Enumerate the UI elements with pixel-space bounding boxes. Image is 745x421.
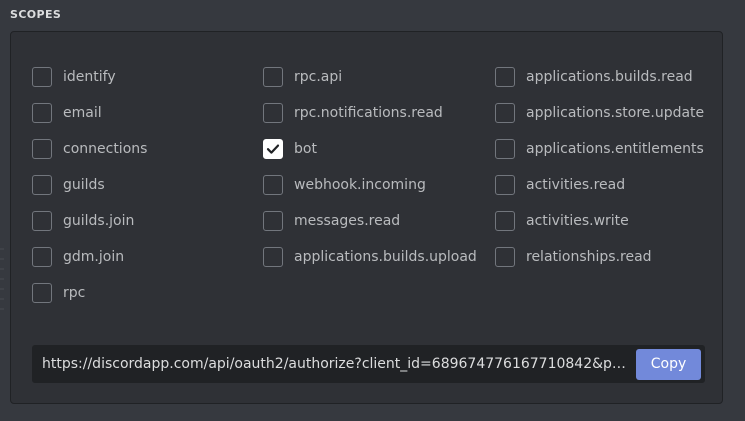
scope-label: rpc	[63, 285, 86, 301]
scope-checkbox[interactable]	[32, 67, 52, 87]
scroll-track-decoration	[0, 248, 4, 318]
scope-checkbox[interactable]	[32, 247, 52, 267]
scope-option[interactable]: rpc	[32, 281, 147, 305]
scope-label: activities.write	[526, 213, 629, 229]
scope-option[interactable]: applications.builds.read	[495, 65, 704, 89]
scope-label: applications.builds.upload	[294, 249, 477, 265]
scope-option[interactable]: guilds	[32, 173, 147, 197]
scopes-column-2: rpc.api rpc.notifications.read bot webhook.…	[263, 65, 477, 281]
scope-checkbox[interactable]	[263, 67, 283, 87]
copy-button[interactable]: Copy	[636, 348, 701, 380]
scope-checkbox[interactable]	[263, 247, 283, 267]
scope-option[interactable]: applications.store.update	[495, 101, 704, 125]
scope-label: applications.entitlements	[526, 141, 704, 157]
scope-checkbox[interactable]	[263, 211, 283, 231]
scope-checkbox[interactable]	[495, 247, 515, 267]
scope-checkbox[interactable]	[32, 175, 52, 195]
scope-option[interactable]: rpc.notifications.read	[263, 101, 477, 125]
scope-label: gdm.join	[63, 249, 125, 265]
scope-option[interactable]: webhook.incoming	[263, 173, 477, 197]
scope-label: applications.builds.read	[526, 69, 693, 85]
scope-label: applications.store.update	[526, 105, 705, 121]
scopes-panel: identify email connections guilds guilds.joi…	[10, 31, 723, 404]
scope-label: activities.read	[526, 177, 626, 193]
generated-url-field[interactable]	[36, 349, 636, 379]
scopes-column-3: applications.builds.read applications.sto…	[495, 65, 704, 281]
scope-checkbox[interactable]	[495, 139, 515, 159]
scopes-column-1: identify email connections guilds guilds.joi…	[32, 65, 147, 317]
scopes-heading: SCOPES	[10, 8, 62, 21]
scope-checkbox[interactable]	[495, 175, 515, 195]
scope-option[interactable]: activities.write	[495, 209, 704, 233]
scope-label: rpc.api	[294, 69, 343, 85]
scope-option[interactable]: identify	[32, 65, 147, 89]
scope-label: guilds.join	[63, 213, 135, 229]
scope-checkbox[interactable]	[263, 175, 283, 195]
scope-label: relationships.read	[526, 249, 652, 265]
oauth2-url-generator: SCOPES identify email connections guilds gui…	[0, 0, 745, 421]
scope-option[interactable]: relationships.read	[495, 245, 704, 269]
scope-option[interactable]: applications.builds.upload	[263, 245, 477, 269]
scope-option[interactable]: rpc.api	[263, 65, 477, 89]
scope-label: bot	[294, 141, 317, 157]
scope-label: identify	[63, 69, 116, 85]
scope-label: connections	[63, 141, 148, 157]
scope-checkbox[interactable]	[495, 211, 515, 231]
scope-label: rpc.notifications.read	[294, 105, 443, 121]
scope-checkbox[interactable]	[495, 103, 515, 123]
scope-checkbox[interactable]	[495, 67, 515, 87]
checkmark-icon	[266, 144, 280, 154]
scope-label: guilds	[63, 177, 105, 193]
scope-option[interactable]: activities.read	[495, 173, 704, 197]
scope-option[interactable]: bot	[263, 137, 477, 161]
generated-url-row: Copy	[32, 345, 705, 383]
scope-checkbox[interactable]	[32, 139, 52, 159]
scope-option[interactable]: gdm.join	[32, 245, 147, 269]
scope-checkbox[interactable]	[263, 103, 283, 123]
scope-checkbox[interactable]	[32, 103, 52, 123]
scope-option[interactable]: connections	[32, 137, 147, 161]
scope-option[interactable]: applications.entitlements	[495, 137, 704, 161]
scope-option[interactable]: messages.read	[263, 209, 477, 233]
scope-checkbox[interactable]	[32, 211, 52, 231]
scope-option[interactable]: email	[32, 101, 147, 125]
scope-label: messages.read	[294, 213, 401, 229]
scope-label: email	[63, 105, 102, 121]
scope-option[interactable]: guilds.join	[32, 209, 147, 233]
scope-label: webhook.incoming	[294, 177, 426, 193]
scope-checkbox[interactable]	[32, 283, 52, 303]
scope-checkbox[interactable]	[263, 139, 283, 159]
